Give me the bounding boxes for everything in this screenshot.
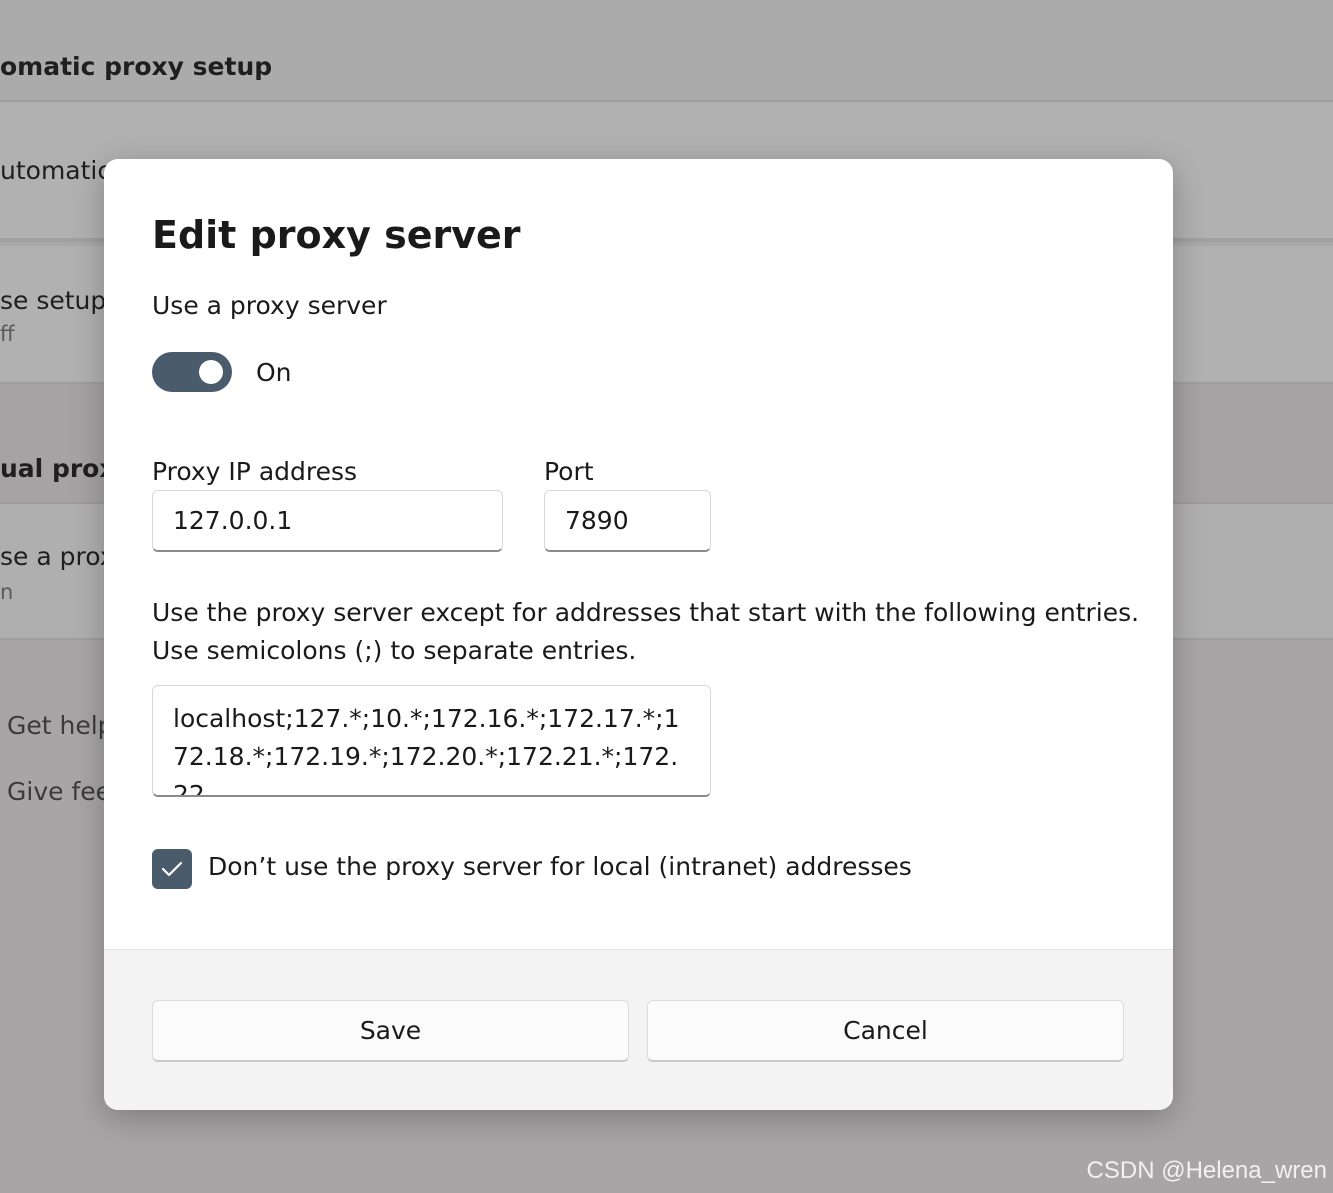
checkmark-icon: [161, 861, 183, 877]
local-bypass-label: Don’t use the proxy server for local (in…: [208, 852, 912, 881]
local-bypass-checkbox[interactable]: [152, 849, 192, 889]
edit-proxy-dialog: Edit proxy server Use a proxy server On …: [104, 159, 1173, 1110]
row-sub-setup-script: ff: [0, 322, 15, 346]
get-help-link[interactable]: Get help: [7, 711, 114, 740]
proxy-ip-input[interactable]: [152, 490, 503, 552]
port-input[interactable]: [544, 490, 711, 552]
save-button[interactable]: Save: [152, 1000, 629, 1062]
dialog-footer: Save Cancel: [104, 949, 1173, 1110]
row-sub-use-proxy: n: [0, 580, 14, 604]
row-title-use-proxy: se a prox: [0, 542, 115, 571]
proxy-ip-label: Proxy IP address: [152, 457, 358, 486]
section-heading-automatic: omatic proxy setup: [0, 52, 273, 81]
dialog-title: Edit proxy server: [152, 213, 521, 257]
exceptions-textarea[interactable]: localhost;127.*;10.*;172.16.*;172.17.*;1…: [152, 685, 711, 797]
cancel-button[interactable]: Cancel: [647, 1000, 1124, 1062]
row-title-setup-script: se setup: [0, 286, 107, 315]
use-proxy-label: Use a proxy server: [152, 291, 387, 320]
exceptions-description-line1: Use the proxy server except for addresse…: [152, 598, 1140, 627]
toggle-knob: [199, 360, 223, 384]
port-label: Port: [544, 457, 594, 486]
section-heading-manual: ual prox: [0, 454, 116, 483]
section-header-automatic: [0, 0, 1333, 102]
watermark: CSDN @Helena_wren: [1086, 1157, 1327, 1184]
row-title-automatic: utomatic: [0, 156, 112, 185]
give-feedback-link[interactable]: Give fee: [7, 777, 111, 806]
toggle-state-label: On: [256, 358, 292, 387]
exceptions-description-line2: Use semicolons (;) to separate entries.: [152, 636, 637, 665]
use-proxy-toggle[interactable]: [152, 352, 232, 392]
